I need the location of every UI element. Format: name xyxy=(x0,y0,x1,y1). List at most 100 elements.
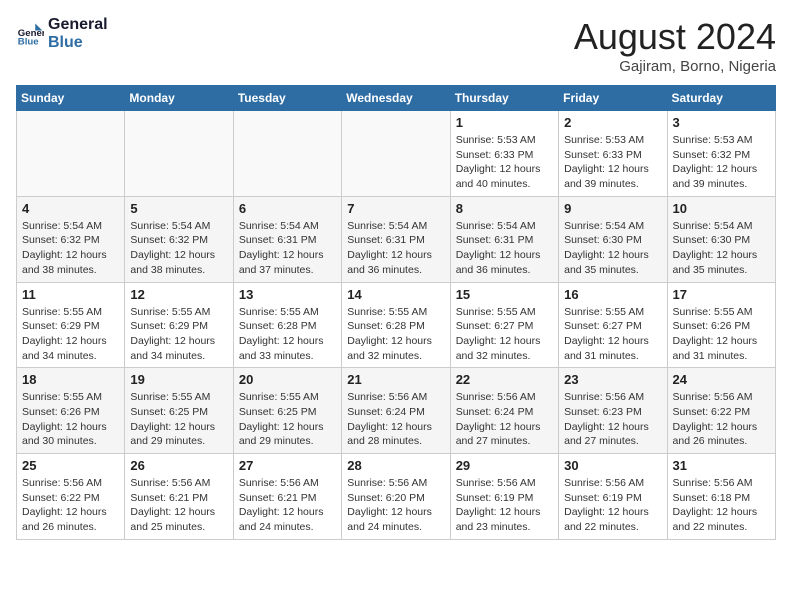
day-info: Sunrise: 5:55 AM Sunset: 6:26 PM Dayligh… xyxy=(673,305,770,364)
day-info: Sunrise: 5:56 AM Sunset: 6:23 PM Dayligh… xyxy=(564,390,661,449)
calendar-cell: 28 Sunrise: 5:56 AM Sunset: 6:20 PM Dayli… xyxy=(342,454,450,540)
page-header: General Blue General Blue August 2024 Ga… xyxy=(16,16,776,75)
day-number: 18 xyxy=(22,372,119,387)
calendar-cell: 1 Sunrise: 5:53 AM Sunset: 6:33 PM Daylig… xyxy=(450,111,558,197)
day-info: Sunrise: 5:55 AM Sunset: 6:28 PM Dayligh… xyxy=(347,305,444,364)
day-number: 16 xyxy=(564,287,661,302)
day-info: Sunrise: 5:55 AM Sunset: 6:25 PM Dayligh… xyxy=(130,390,227,449)
month-year-title: August 2024 xyxy=(574,16,776,58)
day-info: Sunrise: 5:54 AM Sunset: 6:32 PM Dayligh… xyxy=(130,219,227,278)
calendar-cell: 5 Sunrise: 5:54 AM Sunset: 6:32 PM Daylig… xyxy=(125,196,233,282)
day-number: 19 xyxy=(130,372,227,387)
day-number: 14 xyxy=(347,287,444,302)
day-info: Sunrise: 5:56 AM Sunset: 6:21 PM Dayligh… xyxy=(239,476,336,535)
day-info: Sunrise: 5:56 AM Sunset: 6:22 PM Dayligh… xyxy=(673,390,770,449)
calendar-cell: 14 Sunrise: 5:55 AM Sunset: 6:28 PM Dayli… xyxy=(342,282,450,368)
logo-text-line2: Blue xyxy=(48,34,108,52)
day-number: 31 xyxy=(673,458,770,473)
calendar-week-row: 1 Sunrise: 5:53 AM Sunset: 6:33 PM Daylig… xyxy=(17,111,776,197)
calendar-week-row: 18 Sunrise: 5:55 AM Sunset: 6:26 PM Dayli… xyxy=(17,368,776,454)
weekday-header: Wednesday xyxy=(342,86,450,111)
calendar-cell: 22 Sunrise: 5:56 AM Sunset: 6:24 PM Dayli… xyxy=(450,368,558,454)
day-number: 30 xyxy=(564,458,661,473)
weekday-header: Tuesday xyxy=(233,86,341,111)
day-number: 24 xyxy=(673,372,770,387)
day-info: Sunrise: 5:53 AM Sunset: 6:33 PM Dayligh… xyxy=(564,133,661,192)
weekday-header: Monday xyxy=(125,86,233,111)
calendar-cell: 10Sunrise: 5:54 AM Sunset: 6:30 PM Dayli… xyxy=(667,196,775,282)
day-number: 22 xyxy=(456,372,553,387)
calendar-cell: 30Sunrise: 5:56 AM Sunset: 6:19 PM Dayli… xyxy=(559,454,667,540)
day-info: Sunrise: 5:54 AM Sunset: 6:30 PM Dayligh… xyxy=(564,219,661,278)
weekday-header: Friday xyxy=(559,86,667,111)
day-info: Sunrise: 5:56 AM Sunset: 6:18 PM Dayligh… xyxy=(673,476,770,535)
day-info: Sunrise: 5:55 AM Sunset: 6:29 PM Dayligh… xyxy=(22,305,119,364)
calendar-cell xyxy=(233,111,341,197)
day-number: 2 xyxy=(564,115,661,130)
day-number: 9 xyxy=(564,201,661,216)
day-info: Sunrise: 5:53 AM Sunset: 6:32 PM Dayligh… xyxy=(673,133,770,192)
calendar-cell: 31 Sunrise: 5:56 AM Sunset: 6:18 PM Dayli… xyxy=(667,454,775,540)
calendar-cell: 18 Sunrise: 5:55 AM Sunset: 6:26 PM Dayli… xyxy=(17,368,125,454)
calendar-week-row: 25Sunrise: 5:56 AM Sunset: 6:22 PM Dayli… xyxy=(17,454,776,540)
day-number: 12 xyxy=(130,287,227,302)
calendar-cell: 9 Sunrise: 5:54 AM Sunset: 6:30 PM Daylig… xyxy=(559,196,667,282)
day-info: Sunrise: 5:55 AM Sunset: 6:26 PM Dayligh… xyxy=(22,390,119,449)
calendar-cell: 27 Sunrise: 5:56 AM Sunset: 6:21 PM Dayli… xyxy=(233,454,341,540)
day-number: 20 xyxy=(239,372,336,387)
day-info: Sunrise: 5:54 AM Sunset: 6:32 PM Dayligh… xyxy=(22,219,119,278)
day-info: Sunrise: 5:53 AM Sunset: 6:33 PM Dayligh… xyxy=(456,133,553,192)
day-number: 6 xyxy=(239,201,336,216)
calendar-cell xyxy=(125,111,233,197)
day-info: Sunrise: 5:55 AM Sunset: 6:29 PM Dayligh… xyxy=(130,305,227,364)
day-number: 7 xyxy=(347,201,444,216)
day-number: 11 xyxy=(22,287,119,302)
weekday-header: Thursday xyxy=(450,86,558,111)
logo-text-line1: General xyxy=(48,16,108,34)
calendar-cell xyxy=(342,111,450,197)
day-number: 13 xyxy=(239,287,336,302)
calendar-cell: 8Sunrise: 5:54 AM Sunset: 6:31 PM Daylig… xyxy=(450,196,558,282)
day-number: 17 xyxy=(673,287,770,302)
calendar-cell: 11 Sunrise: 5:55 AM Sunset: 6:29 PM Dayli… xyxy=(17,282,125,368)
day-info: Sunrise: 5:54 AM Sunset: 6:31 PM Dayligh… xyxy=(347,219,444,278)
svg-text:Blue: Blue xyxy=(18,36,39,47)
day-number: 3 xyxy=(673,115,770,130)
calendar-cell: 21Sunrise: 5:56 AM Sunset: 6:24 PM Dayli… xyxy=(342,368,450,454)
calendar-cell: 6 Sunrise: 5:54 AM Sunset: 6:31 PM Daylig… xyxy=(233,196,341,282)
day-info: Sunrise: 5:55 AM Sunset: 6:27 PM Dayligh… xyxy=(456,305,553,364)
day-number: 28 xyxy=(347,458,444,473)
day-number: 5 xyxy=(130,201,227,216)
day-number: 4 xyxy=(22,201,119,216)
weekday-header: Sunday xyxy=(17,86,125,111)
calendar-cell: 17 Sunrise: 5:55 AM Sunset: 6:26 PM Dayli… xyxy=(667,282,775,368)
day-info: Sunrise: 5:55 AM Sunset: 6:25 PM Dayligh… xyxy=(239,390,336,449)
day-info: Sunrise: 5:54 AM Sunset: 6:31 PM Dayligh… xyxy=(456,219,553,278)
day-info: Sunrise: 5:56 AM Sunset: 6:24 PM Dayligh… xyxy=(456,390,553,449)
day-number: 27 xyxy=(239,458,336,473)
day-number: 29 xyxy=(456,458,553,473)
calendar-cell: 19 Sunrise: 5:55 AM Sunset: 6:25 PM Dayli… xyxy=(125,368,233,454)
calendar-cell: 12 Sunrise: 5:55 AM Sunset: 6:29 PM Dayli… xyxy=(125,282,233,368)
calendar-cell: 2 Sunrise: 5:53 AM Sunset: 6:33 PM Daylig… xyxy=(559,111,667,197)
day-number: 23 xyxy=(564,372,661,387)
calendar-cell: 25Sunrise: 5:56 AM Sunset: 6:22 PM Dayli… xyxy=(17,454,125,540)
calendar-cell: 29Sunrise: 5:56 AM Sunset: 6:19 PM Dayli… xyxy=(450,454,558,540)
calendar-week-row: 11 Sunrise: 5:55 AM Sunset: 6:29 PM Dayli… xyxy=(17,282,776,368)
day-number: 1 xyxy=(456,115,553,130)
calendar-cell: 3 Sunrise: 5:53 AM Sunset: 6:32 PM Daylig… xyxy=(667,111,775,197)
day-info: Sunrise: 5:56 AM Sunset: 6:20 PM Dayligh… xyxy=(347,476,444,535)
calendar-cell xyxy=(17,111,125,197)
location-subtitle: Gajiram, Borno, Nigeria xyxy=(574,58,776,75)
day-info: Sunrise: 5:55 AM Sunset: 6:28 PM Dayligh… xyxy=(239,305,336,364)
day-info: Sunrise: 5:55 AM Sunset: 6:27 PM Dayligh… xyxy=(564,305,661,364)
calendar-cell: 15Sunrise: 5:55 AM Sunset: 6:27 PM Dayli… xyxy=(450,282,558,368)
title-block: August 2024 Gajiram, Borno, Nigeria xyxy=(574,16,776,75)
calendar-cell: 20 Sunrise: 5:55 AM Sunset: 6:25 PM Dayli… xyxy=(233,368,341,454)
logo: General Blue General Blue xyxy=(16,16,108,51)
calendar-week-row: 4 Sunrise: 5:54 AM Sunset: 6:32 PM Daylig… xyxy=(17,196,776,282)
day-number: 26 xyxy=(130,458,227,473)
day-info: Sunrise: 5:54 AM Sunset: 6:31 PM Dayligh… xyxy=(239,219,336,278)
calendar-table: SundayMondayTuesdayWednesdayThursdayFrid… xyxy=(16,85,776,540)
day-number: 25 xyxy=(22,458,119,473)
